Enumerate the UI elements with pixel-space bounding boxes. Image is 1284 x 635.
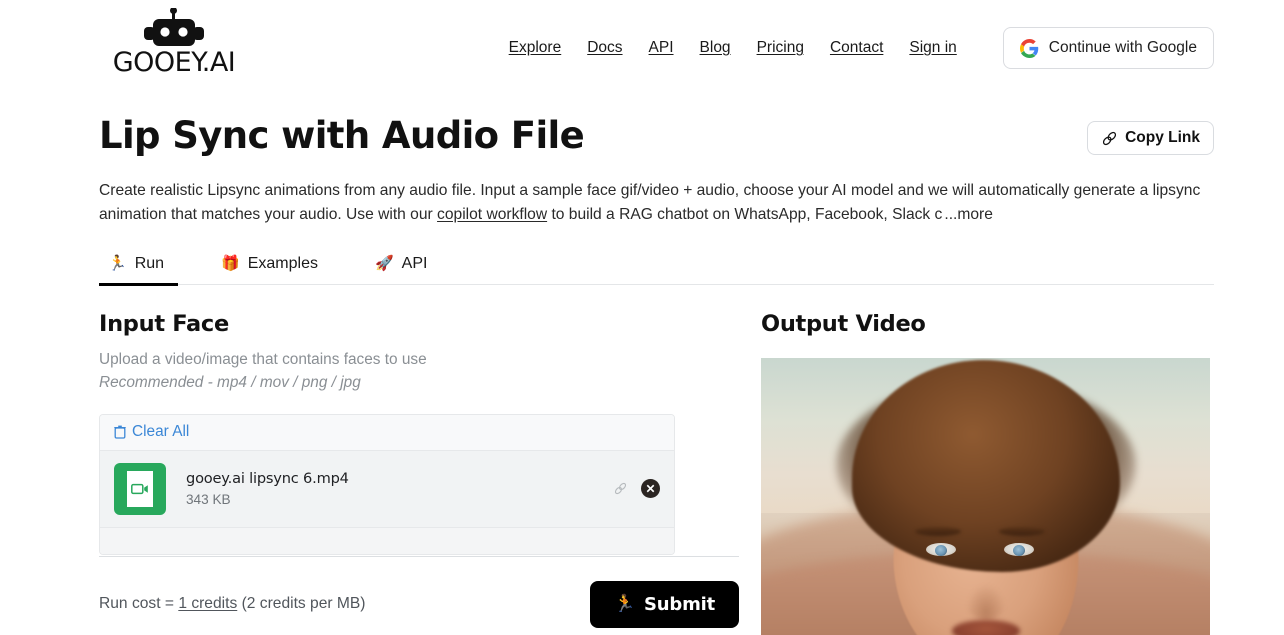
robot-head-icon [144,8,204,46]
link-chain-icon [1102,131,1117,145]
close-icon [646,484,655,493]
copilot-workflow-link[interactable]: copilot workflow [437,206,547,223]
nav-link-sign-in[interactable]: Sign in [909,39,956,57]
runner-icon: 🏃 [108,255,127,273]
site-header: GOOEY.AI Explore Docs API Blog Pricing C… [0,0,1284,76]
submit-button[interactable]: 🏃 Submit [590,580,739,628]
clear-all-button[interactable]: Clear All [114,423,189,441]
video-brow-left [915,526,961,536]
output-video-title: Output Video [761,310,926,337]
page-title: Lip Sync with Audio File [99,114,585,157]
clear-all-label: Clear All [132,423,190,441]
runner-icon: 🏃 [614,594,635,615]
tab-api[interactable]: 🚀 API [366,255,441,284]
input-face-column: Input Face Upload a video/image that con… [99,311,739,635]
input-face-title: Input Face [99,310,229,337]
file-size: 343 KB [186,492,231,508]
file-thumbnail [114,462,166,515]
page-body: Lip Sync with Audio File Copy Link Creat… [0,114,1284,635]
tab-run-label: Run [134,254,165,272]
run-cost-row: Run cost = 1 credits (2 credits per MB) … [99,580,739,628]
copy-link-button[interactable]: Copy Link [1087,121,1214,155]
nav-link-api[interactable]: API [649,39,674,57]
trash-icon [114,425,126,439]
run-cost-credits-link[interactable]: 1 credits [178,595,237,612]
tab-examples-label: Examples [247,254,318,272]
file-thumbnail-page [127,470,153,507]
site-logo[interactable]: GOOEY.AI [99,6,249,76]
video-camera-icon [131,483,148,494]
file-upload-header: Clear All [100,414,674,451]
link-chain-icon[interactable] [613,481,628,496]
nav-link-pricing[interactable]: Pricing [757,39,804,57]
input-face-subtitle-text: Upload a video/image that contains faces… [99,350,427,368]
section-divider [99,555,739,557]
file-meta: gooey.ai lipsync 6.mp4 343 KB [186,470,349,507]
output-video-column: Output Video [761,311,1214,635]
main-nav: Explore Docs API Blog Pricing Contact Si… [509,6,1214,69]
tab-run[interactable]: 🏃 Run [99,254,179,286]
tab-api-label: API [401,254,428,272]
video-nose [965,583,1006,620]
copy-link-label: Copy Link [1125,129,1200,146]
video-iris-right [1013,544,1025,556]
file-upload-dropzone[interactable] [100,527,674,554]
video-brow-right [999,526,1045,536]
nav-link-docs[interactable]: Docs [587,39,622,57]
nav-link-explore[interactable]: Explore [509,39,562,57]
nav-link-blog[interactable]: Blog [700,39,731,57]
video-mouth [951,619,1020,635]
logo-wordmark: GOOEY.AI [112,47,236,78]
input-face-recommended: Recommended - mp4 / mov / png / jpg [99,373,361,391]
content-columns: Input Face Upload a video/image that con… [99,311,1214,635]
file-upload-box: Clear All gooey.ai lipsync 6.mp4 343 KB [99,413,675,555]
run-cost-suffix: (2 credits per MB) [237,595,366,613]
input-face-subtitle: Upload a video/image that contains faces… [99,349,739,393]
page-description: Create realistic Lipsync animations from… [99,179,1214,227]
workflow-tabs: 🏃 Run 🎁 Examples 🚀 API [99,254,1214,286]
file-list-item[interactable]: gooey.ai lipsync 6.mp4 343 KB [100,450,674,528]
run-cost-text: Run cost = 1 credits (2 credits per MB) [99,595,366,613]
file-name: gooey.ai lipsync 6.mp4 [186,470,349,488]
tab-examples[interactable]: 🎁 Examples [212,255,332,284]
video-iris-left [935,544,947,556]
google-g-icon [1019,38,1039,58]
nav-link-contact[interactable]: Contact [830,39,883,57]
run-cost-prefix: Run cost = [99,595,179,613]
remove-file-button[interactable] [641,479,660,499]
output-video-player[interactable] [761,357,1210,635]
submit-label: Submit [644,593,715,615]
description-part-2: to build a RAG chatbot on WhatsApp, Face… [547,205,943,223]
gift-icon: 🎁 [221,255,240,273]
show-more-link[interactable]: ...more [942,205,993,223]
file-actions [613,479,660,499]
title-row: Lip Sync with Audio File Copy Link [99,114,1214,157]
google-button-label: Continue with Google [1048,39,1197,56]
rocket-icon: 🚀 [374,255,394,273]
continue-with-google-button[interactable]: Continue with Google [1002,27,1214,69]
